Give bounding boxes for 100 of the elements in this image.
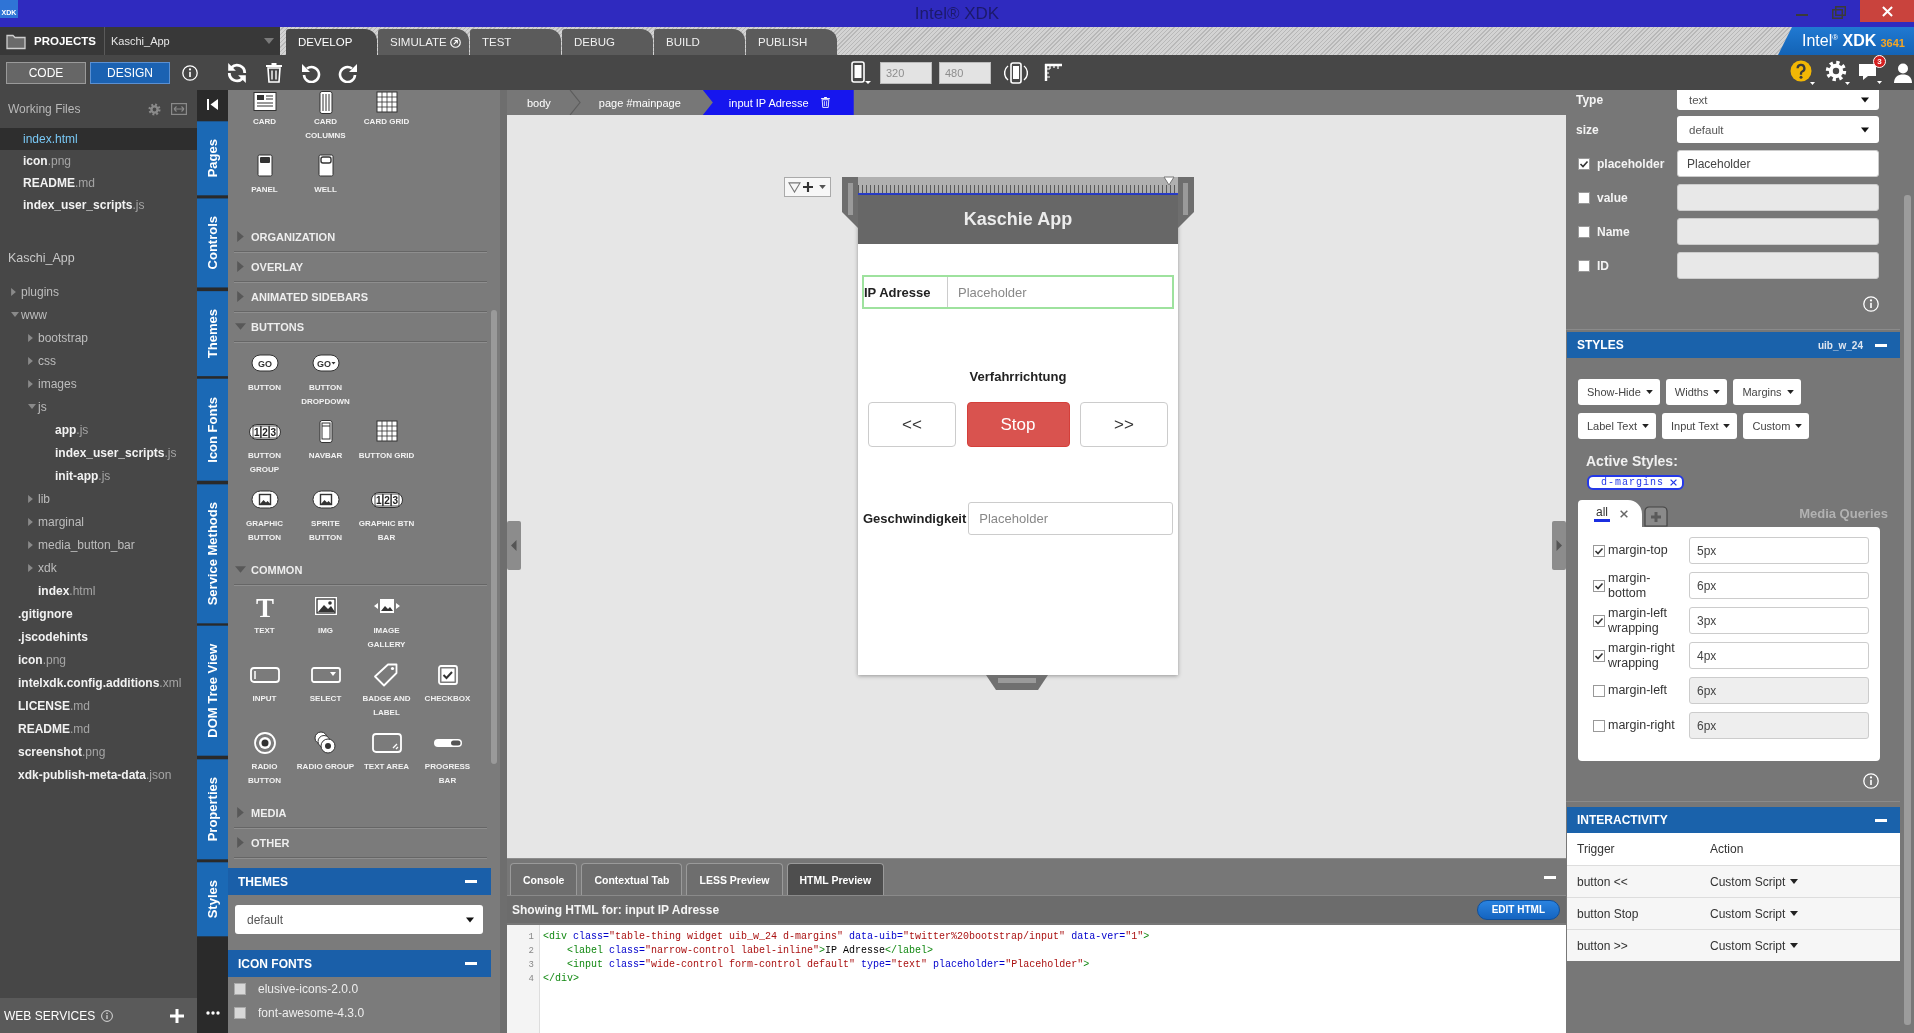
- scrollbar-thumb[interactable]: [491, 310, 497, 764]
- input-field[interactable]: Placeholder: [1677, 150, 1879, 177]
- checkbox[interactable]: [1593, 614, 1605, 627]
- main-tab[interactable]: DEBUG: [562, 29, 653, 55]
- close-icon[interactable]: [1670, 479, 1677, 486]
- component-item[interactable]: IMAGE GALLERY: [356, 590, 417, 658]
- side-tab[interactable]: DOM Tree View: [197, 625, 228, 756]
- section-header[interactable]: ORGANIZATION: [234, 222, 487, 252]
- resize-handle-icon[interactable]: [842, 177, 858, 228]
- input-field[interactable]: 6px: [1689, 677, 1869, 704]
- component-item[interactable]: GO BUTTON DROPDOWN: [295, 347, 356, 415]
- checkbox[interactable]: [1593, 719, 1605, 732]
- style-tab[interactable]: all: [1578, 500, 1642, 527]
- input-field[interactable]: 5px: [1689, 537, 1869, 564]
- component-item[interactable]: SPRITE BUTTON: [295, 483, 356, 551]
- refresh-icon[interactable]: [226, 61, 248, 84]
- checkbox[interactable]: [1578, 191, 1590, 204]
- section-header[interactable]: COMMON: [234, 555, 487, 585]
- folder-item[interactable]: css: [0, 349, 197, 372]
- checkbox[interactable]: [234, 1007, 246, 1019]
- phone-icon[interactable]: [851, 61, 871, 84]
- caret-right-icon[interactable]: [28, 517, 33, 526]
- component-item[interactable]: GO BUTTON: [234, 347, 295, 415]
- close-button[interactable]: [1860, 0, 1914, 22]
- file-item[interactable]: index_user_scripts.js: [0, 194, 197, 216]
- more-icon[interactable]: [205, 1011, 220, 1015]
- component-item[interactable]: RADIO GROUP: [295, 726, 356, 794]
- side-tab[interactable]: Properties: [197, 758, 228, 859]
- component-item[interactable]: 1 2 3 BUTTON GROUP: [234, 415, 295, 483]
- caret-right-icon[interactable]: [28, 563, 33, 572]
- input-field[interactable]: 6px: [1689, 712, 1869, 739]
- section-header[interactable]: ANIMATED SIDEBARS: [234, 282, 487, 312]
- caret-right-icon[interactable]: [11, 287, 16, 296]
- input-field[interactable]: [1677, 218, 1879, 245]
- rotate-device-icon[interactable]: [1004, 61, 1028, 84]
- main-tab[interactable]: TEST: [470, 29, 561, 55]
- file-item[interactable]: README.md: [0, 172, 197, 194]
- input-field[interactable]: [1677, 252, 1879, 279]
- component-item[interactable]: SELECT: [295, 658, 356, 726]
- form-row[interactable]: Geschwindigkeit Placeholder: [862, 501, 1174, 536]
- panel-tab[interactable]: Contextual Tab: [581, 863, 683, 895]
- breadcrumb-item[interactable]: page #mainpage: [580, 90, 699, 115]
- marker-icon[interactable]: [1163, 176, 1175, 186]
- project-dropdown[interactable]: Kaschi_App: [105, 27, 280, 55]
- input-field[interactable]: Placeholder: [968, 502, 1173, 535]
- component-item[interactable]: BADGE AND LABEL: [356, 658, 417, 726]
- caret-right-icon[interactable]: [28, 379, 33, 388]
- main-tab[interactable]: PUBLISH: [746, 29, 837, 55]
- action-dropdown[interactable]: Custom Script: [1710, 906, 1799, 921]
- section-header[interactable]: OTHER: [234, 828, 487, 858]
- checkbox[interactable]: [1578, 259, 1590, 272]
- file-item[interactable]: .gitignore: [0, 602, 197, 625]
- folder-item[interactable]: marginal: [0, 510, 197, 533]
- folder-item[interactable]: www: [0, 303, 197, 326]
- component-item[interactable]: BUTTON GRID: [356, 415, 417, 483]
- app-button[interactable]: Stop: [966, 402, 1070, 447]
- component-item[interactable]: T TEXT: [234, 590, 295, 658]
- resize-handle-icon[interactable]: [986, 675, 1048, 690]
- input-field[interactable]: [1677, 184, 1879, 211]
- style-menu-button[interactable]: Margins: [1733, 379, 1801, 405]
- caret-right-icon[interactable]: [28, 540, 33, 549]
- split-view-icon[interactable]: [171, 103, 187, 115]
- help-icon[interactable]: [1790, 60, 1815, 85]
- app-button[interactable]: <<: [868, 402, 956, 447]
- input-field[interactable]: 6px: [1689, 572, 1869, 599]
- minus-icon[interactable]: [1875, 343, 1887, 347]
- component-item[interactable]: CHECKBOX: [417, 658, 478, 726]
- side-tab[interactable]: Controls: [197, 198, 228, 288]
- checkbox[interactable]: [1593, 649, 1605, 662]
- file-item[interactable]: index_user_scripts.js: [0, 441, 197, 464]
- checkbox[interactable]: [234, 983, 246, 995]
- action-dropdown[interactable]: Custom Script: [1710, 874, 1799, 889]
- input-field[interactable]: 4px: [1689, 642, 1869, 669]
- section-header[interactable]: OVERLAY: [234, 252, 487, 282]
- undo-icon[interactable]: [301, 62, 321, 83]
- minus-icon[interactable]: [1544, 875, 1556, 879]
- file-item[interactable]: app.js: [0, 418, 197, 441]
- component-item[interactable]: 1 2 3 GRAPHIC BTN BAR: [356, 483, 417, 551]
- component-item[interactable]: IMG: [295, 590, 356, 658]
- file-item[interactable]: LICENSE.md: [0, 694, 197, 717]
- edit-html-button[interactable]: EDIT HTML: [1476, 899, 1560, 920]
- folder-item[interactable]: xdk: [0, 556, 197, 579]
- file-item[interactable]: icon.png: [0, 150, 197, 172]
- component-item[interactable]: WELL: [295, 149, 356, 217]
- checkbox[interactable]: [1578, 157, 1590, 170]
- breadcrumb-item[interactable]: input IP Adresse: [702, 90, 854, 115]
- component-item[interactable]: PROGRESS BAR: [417, 726, 478, 794]
- section-header[interactable]: MEDIA: [234, 798, 487, 828]
- theme-dropdown[interactable]: default: [235, 905, 483, 934]
- style-menu-button[interactable]: Widths: [1665, 379, 1728, 405]
- user-icon[interactable]: [1894, 61, 1912, 84]
- folder-item[interactable]: bootstrap: [0, 326, 197, 349]
- folder-item[interactable]: images: [0, 372, 197, 395]
- style-tag[interactable]: d-margins: [1587, 475, 1684, 490]
- scrollbar-thumb[interactable]: [1903, 195, 1911, 1025]
- style-menu-button[interactable]: Show-Hide: [1578, 379, 1660, 405]
- component-item[interactable]: CARD COLUMNS: [295, 90, 356, 149]
- trash-icon[interactable]: [820, 97, 830, 108]
- handle-left-icon[interactable]: [507, 521, 521, 570]
- input-field[interactable]: 3px: [1689, 607, 1869, 634]
